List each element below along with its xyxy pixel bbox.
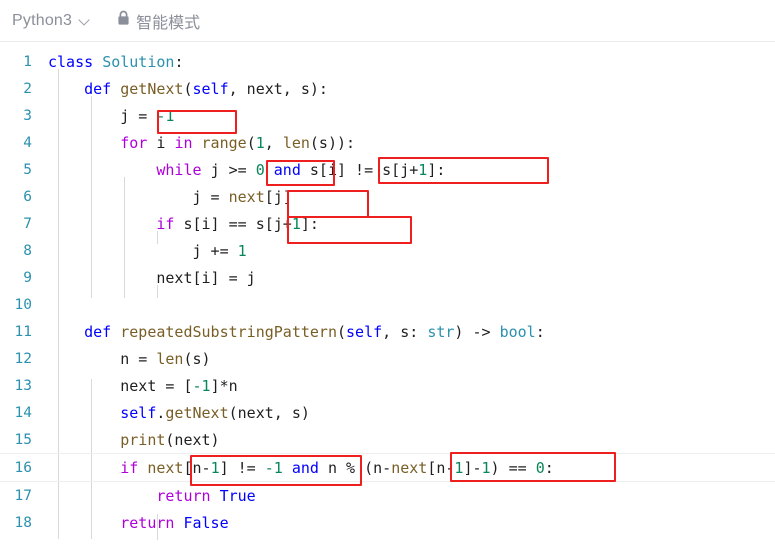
line-content: while j >= 0 and s[i] != s[j+1]: — [156, 160, 446, 179]
code-line[interactable]: 5 while j >= 0 and s[i] != s[j+1]: — [0, 156, 775, 183]
line-content: self.getNext(next, s) — [120, 403, 310, 422]
line-number: 4 — [23, 134, 32, 151]
line-content: next = [-1]*n — [120, 376, 238, 395]
code-line[interactable]: 2 def getNext(self, next, s): — [0, 75, 775, 102]
line-number: 11 — [14, 323, 32, 340]
code-line[interactable]: 9 next[i] = j — [0, 264, 775, 291]
line-number: 8 — [23, 242, 32, 259]
smart-mode-label: 智能模式 — [136, 14, 201, 32]
line-number: 13 — [14, 377, 32, 394]
code-line[interactable]: 13 next = [-1]*n — [0, 372, 775, 399]
line-content: class Solution: — [48, 52, 184, 71]
code-line[interactable]: 11 def repeatedSubstringPattern(self, s:… — [0, 318, 775, 345]
code-line[interactable]: 15 print(next) — [0, 426, 775, 453]
line-number: 6 — [23, 188, 32, 205]
line-content: for i in range(1, len(s)): — [120, 133, 356, 152]
line-content: next[i] = j — [156, 268, 256, 287]
language-selector[interactable]: Python3 — [8, 10, 95, 32]
line-content: if s[i] == s[j+1]: — [156, 214, 319, 233]
code-line[interactable]: 4 for i in range(1, len(s)): — [0, 129, 775, 156]
code-line[interactable]: 17 return True — [0, 482, 775, 509]
line-content: def getNext(self, next, s): — [84, 79, 328, 98]
line-content: return False — [120, 513, 229, 532]
code-line[interactable]: 8 j += 1 — [0, 237, 775, 264]
code-line[interactable]: 10 — [0, 291, 775, 318]
line-number: 14 — [14, 404, 32, 421]
line-number: 9 — [23, 269, 32, 286]
line-content: return True — [156, 486, 256, 505]
language-label: Python3 — [12, 11, 73, 29]
code-line[interactable]: 1 class Solution: — [0, 48, 775, 75]
chevron-down-icon — [79, 15, 91, 27]
code-line[interactable]: 14 self.getNext(next, s) — [0, 399, 775, 426]
line-number: 5 — [23, 161, 32, 178]
lock-icon — [117, 10, 130, 31]
line-number: 10 — [14, 296, 32, 313]
line-number: 1 — [23, 53, 32, 70]
code-line[interactable]: 12 n = len(s) — [0, 345, 775, 372]
code-line[interactable]: 3 j = -1 — [0, 102, 775, 129]
code-editor[interactable]: 1 class Solution: 2 def getNext(self, ne… — [0, 42, 775, 540]
line-content: n = len(s) — [120, 349, 211, 368]
line-number: 16 — [14, 459, 32, 476]
editor-header: Python3 智能模式 — [0, 0, 775, 42]
line-number: 7 — [23, 215, 32, 232]
line-content: def repeatedSubstringPattern(self, s: st… — [84, 322, 545, 341]
line-number: 3 — [23, 107, 32, 124]
smart-mode-toggle[interactable]: 智能模式 — [117, 9, 200, 33]
line-number: 2 — [23, 80, 32, 97]
line-content: if next[n-1] != -1 and n % (n-next[n-1]-… — [120, 458, 554, 477]
code-line-active[interactable]: 16 if next[n-1] != -1 and n % (n-next[n-… — [0, 453, 775, 482]
line-content: j = -1 — [120, 106, 175, 125]
code-line[interactable]: 6 j = next[j] — [0, 183, 775, 210]
code-line[interactable]: 18 return False — [0, 509, 775, 536]
line-number: 18 — [14, 514, 32, 531]
line-content: j = next[j] — [192, 187, 292, 206]
line-content: j += 1 — [192, 241, 247, 260]
line-number: 17 — [14, 487, 32, 504]
line-content: print(next) — [120, 430, 220, 449]
code-line[interactable]: 7 if s[i] == s[j+1]: — [0, 210, 775, 237]
line-number: 15 — [14, 431, 32, 448]
line-number: 12 — [14, 350, 32, 367]
